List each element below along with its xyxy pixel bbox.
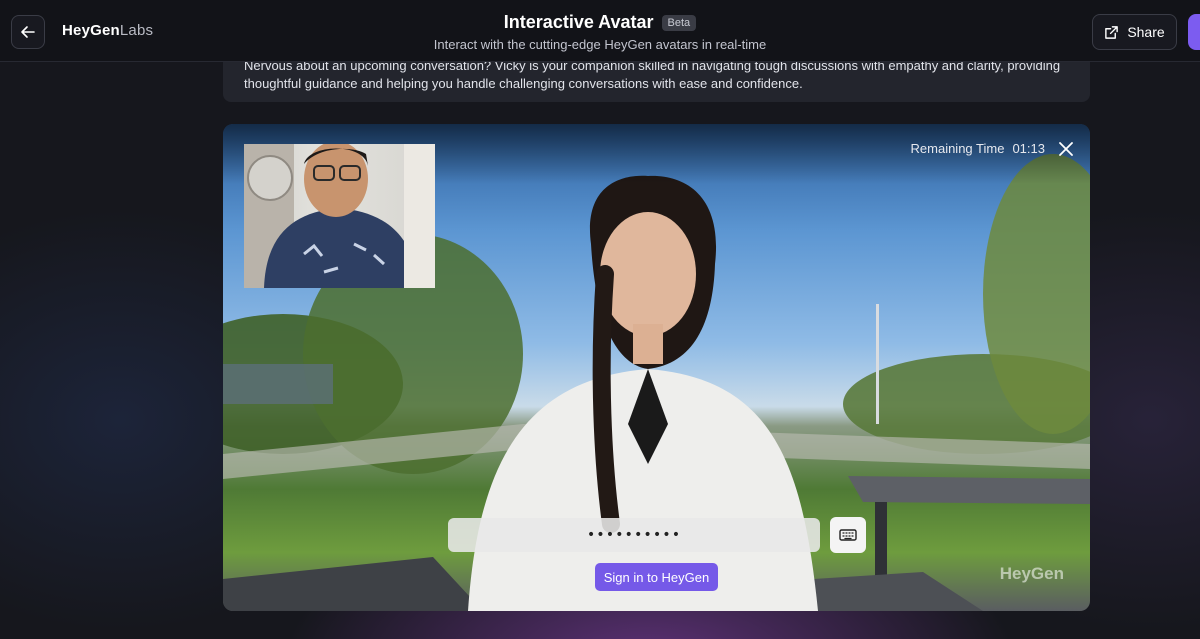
- user-camera-preview: [244, 144, 435, 288]
- primary-button-edge[interactable]: [1188, 14, 1200, 50]
- user-camera-image: [244, 144, 435, 288]
- heygen-watermark: HeyGen: [999, 564, 1064, 583]
- page-subtitle: Interact with the cutting-edge HeyGen av…: [433, 37, 767, 52]
- message-input[interactable]: [448, 518, 820, 552]
- beta-badge: Beta: [661, 14, 697, 31]
- page-title: Interactive Avatar: [503, 12, 654, 32]
- remaining-time: Remaining Time 01:13: [911, 141, 1045, 156]
- share-label: Share: [1127, 24, 1165, 40]
- remaining-time-label: Remaining Time: [910, 141, 1005, 156]
- close-button[interactable]: [1056, 139, 1076, 159]
- top-bar: HeyGenLabs Interactive Avatar Beta Inter…: [0, 0, 1200, 62]
- sign-in-button[interactable]: Sign in to HeyGen: [595, 563, 718, 591]
- page-header: Interactive Avatar Beta Interact with th…: [0, 12, 1200, 52]
- keyboard-icon: [839, 529, 857, 541]
- remaining-time-value: 01:13: [1012, 141, 1045, 156]
- share-button[interactable]: Share: [1092, 14, 1177, 50]
- avatar-video: Remaining Time 01:13 Sign in to HeyGen He…: [223, 124, 1090, 611]
- keyboard-button[interactable]: [830, 517, 866, 553]
- external-link-icon: [1105, 25, 1119, 39]
- close-icon: [1059, 142, 1073, 156]
